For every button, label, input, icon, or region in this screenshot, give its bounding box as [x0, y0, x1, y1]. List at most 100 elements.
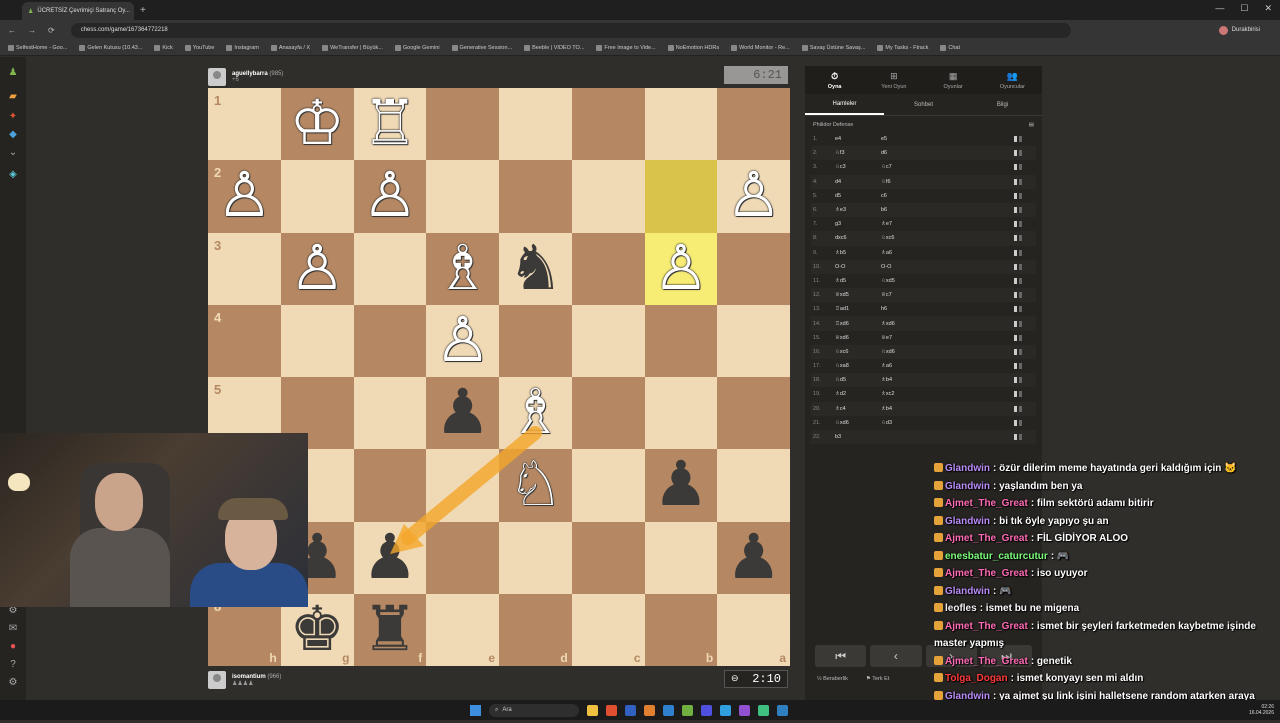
panel-tab[interactable]: 👥Oyuncular	[983, 66, 1042, 94]
bookmark-item[interactable]: Anasayfa / X	[271, 45, 310, 51]
white-move[interactable]: dxc6	[835, 235, 881, 241]
board-square[interactable]	[426, 522, 499, 594]
maximize-icon[interactable]: ☐	[1240, 3, 1248, 14]
puzzles-icon[interactable]: ✦	[7, 111, 19, 123]
white-move[interactable]: ♘f3	[835, 150, 881, 156]
board-square[interactable]	[645, 305, 718, 377]
board-square[interactable]	[281, 160, 354, 232]
bookmark-item[interactable]: WeTransfer | Büyük...	[322, 45, 383, 51]
bookmark-item[interactable]: Google Gemini	[395, 45, 440, 51]
board-square[interactable]	[572, 305, 645, 377]
white-move[interactable]: e4	[835, 136, 881, 142]
white-move[interactable]: ♗b5	[835, 250, 881, 256]
black-piece[interactable]: ♚	[289, 599, 345, 661]
learn-icon[interactable]: ◆	[7, 129, 19, 141]
black-move[interactable]: ♗xc2	[881, 391, 927, 397]
black-move[interactable]: ♘f6	[881, 179, 927, 185]
bookmark-item[interactable]: World Monitor - Re...	[731, 45, 790, 51]
back-icon[interactable]: ←	[8, 26, 16, 35]
white-move[interactable]: g3	[835, 221, 881, 227]
play-icon[interactable]: ▰	[7, 91, 19, 103]
board-square[interactable]	[499, 522, 572, 594]
board-square[interactable]	[717, 449, 790, 521]
board-square[interactable]: ♞	[499, 233, 572, 305]
board-square[interactable]	[645, 88, 718, 160]
bookmark-item[interactable]: Beeble | VIDEO TO...	[524, 45, 584, 51]
black-move[interactable]: ♕c7	[881, 292, 927, 298]
board-square[interactable]: b	[645, 594, 718, 666]
help-icon[interactable]: ?	[7, 659, 19, 671]
board-square[interactable]: f♜	[354, 594, 427, 666]
chrome-icon[interactable]	[720, 705, 731, 716]
white-piece[interactable]: ♘	[508, 454, 564, 516]
black-move[interactable]: O-O	[881, 264, 927, 270]
black-piece[interactable]: ♟	[435, 382, 491, 444]
board-square[interactable]: ♔	[281, 88, 354, 160]
black-move[interactable]: b6	[881, 207, 927, 213]
board-square[interactable]	[426, 88, 499, 160]
board-square[interactable]	[572, 449, 645, 521]
bookmark-item[interactable]: Kick	[154, 45, 172, 51]
draw-button[interactable]: ½ Beraberlik	[817, 676, 848, 682]
white-move[interactable]: ♕xd5	[835, 292, 881, 298]
black-move[interactable]: ♗xd6	[881, 321, 927, 327]
white-piece[interactable]: ♗	[435, 238, 491, 300]
board-square[interactable]	[426, 160, 499, 232]
forward-icon[interactable]: →	[28, 26, 36, 35]
panel-tab[interactable]: ⏱Oyna	[805, 66, 864, 94]
chat-username[interactable]: Glandwin	[945, 463, 990, 474]
top-player-avatar[interactable]	[208, 68, 226, 86]
chat-username[interactable]: Ajmet_The_Great	[945, 568, 1028, 579]
white-move[interactable]: ♘d5	[835, 377, 881, 383]
board-square[interactable]: e	[426, 594, 499, 666]
board-square[interactable]: ♖	[354, 88, 427, 160]
panel-tab[interactable]: ⊞Yeni Oyun	[864, 66, 923, 94]
panel-tab[interactable]: ▦Oyunlar	[924, 66, 983, 94]
white-piece[interactable]: ♖	[362, 93, 418, 155]
black-move[interactable]: ♕e7	[881, 335, 927, 341]
board-square[interactable]	[717, 233, 790, 305]
white-move[interactable]: ♗e3	[835, 207, 881, 213]
bookmark-item[interactable]: YouTube	[185, 45, 215, 51]
white-move[interactable]: ♘xc6	[835, 349, 881, 355]
board-square[interactable]	[499, 88, 572, 160]
more-icon[interactable]: ⌄	[7, 147, 19, 159]
white-move[interactable]: ♘xa8	[835, 363, 881, 369]
board-square[interactable]: ♙	[281, 233, 354, 305]
white-piece[interactable]: ♔	[289, 93, 345, 155]
board-square[interactable]	[572, 522, 645, 594]
white-piece[interactable]: ♙	[435, 310, 491, 372]
board-square[interactable]: 4	[208, 305, 281, 377]
chat-username[interactable]: Glandwin	[945, 516, 990, 527]
chat-username[interactable]: Glandwin	[945, 586, 990, 597]
board-square[interactable]: 1	[208, 88, 281, 160]
black-move[interactable]: ♘d3	[881, 420, 927, 426]
board-square[interactable]: ♟	[354, 522, 427, 594]
new-tab-button[interactable]: +	[140, 5, 146, 16]
board-square[interactable]	[645, 160, 718, 232]
black-move[interactable]: ♗a6	[881, 250, 927, 256]
board-square[interactable]: ♙	[354, 160, 427, 232]
app-icon[interactable]	[739, 705, 750, 716]
board-square[interactable]: ♟	[645, 449, 718, 521]
board-square[interactable]	[572, 88, 645, 160]
black-move[interactable]: ♗e7	[881, 221, 927, 227]
chat-username[interactable]: enesbatur_caturcutur	[945, 551, 1048, 562]
white-piece[interactable]: ♙	[726, 165, 782, 227]
board-square[interactable]: ♙	[426, 305, 499, 377]
board-square[interactable]	[426, 449, 499, 521]
black-move[interactable]: ♘c7	[881, 164, 927, 170]
board-square[interactable]	[645, 377, 718, 449]
board-square[interactable]	[717, 305, 790, 377]
app-icon[interactable]	[625, 705, 636, 716]
chat-username[interactable]: Ajmet_The_Great	[945, 533, 1028, 544]
bottom-player-name[interactable]: isomantium	[232, 674, 266, 680]
panel-subtab[interactable]: Hamleler	[805, 94, 884, 115]
notifications-icon[interactable]: ✉	[7, 623, 19, 635]
chat-username[interactable]: Glandwin	[945, 481, 990, 492]
chat-username[interactable]: leofles	[945, 603, 977, 614]
app-icon[interactable]	[606, 705, 617, 716]
white-move[interactable]: ♘xd6	[835, 420, 881, 426]
black-move[interactable]: c6	[881, 193, 927, 199]
bookmark-item[interactable]: Free Image to Vide...	[596, 45, 655, 51]
